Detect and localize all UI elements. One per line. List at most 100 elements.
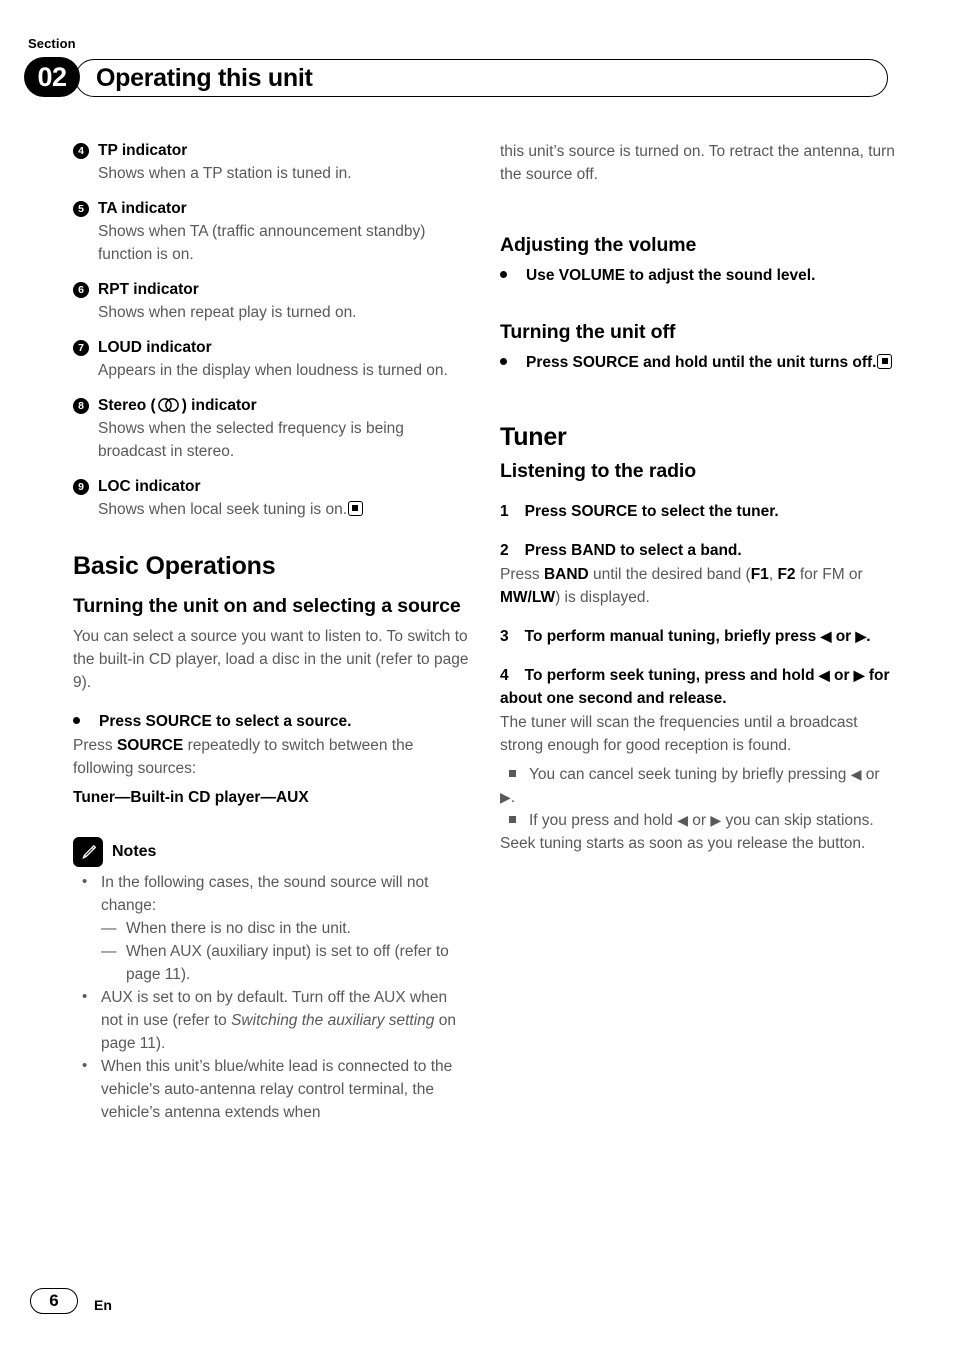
band-f1: F1 [750, 566, 769, 583]
indicator-body: Shows when the selected frequency is bei… [98, 420, 404, 460]
indicator-body: Shows when local seek tuning is on. [98, 498, 471, 521]
number-circle-icon: 4 [73, 143, 89, 159]
volume-bullet-text: Use VOLUME to adjust the sound level. [526, 267, 816, 284]
adjusting-volume-heading: Adjusting the volume [500, 234, 697, 256]
band-mwlw: MW/LW [500, 589, 556, 606]
bullet-dot-icon [500, 358, 507, 365]
pencil-icon [73, 837, 103, 867]
step-body-2: until the desired band ( [588, 566, 751, 583]
press-source-keyword: SOURCE [116, 737, 184, 754]
turn-off-bullet-text: Press SOURCE and hold until the unit tur… [526, 354, 877, 371]
page-title: Operating this unit [96, 64, 313, 92]
step-text-1: To perform manual tuning, briefly press [524, 628, 821, 645]
indicator-title: LOC indicator [98, 478, 201, 495]
note-item: When this unit’s blue/white lead is conn… [73, 1054, 471, 1124]
turning-on-heading: Turning the unit on and selecting a sour… [73, 595, 461, 617]
language-code: En [94, 1297, 112, 1313]
indicator-title-suffix: ) indicator [181, 397, 257, 414]
turn-off-bullet: Press SOURCE and hold until the unit tur… [500, 351, 898, 374]
square-bullet-icon [509, 816, 516, 823]
indicator-body: Shows when a TP station is tuned in. [98, 165, 352, 182]
section-number-badge: 02 [24, 57, 80, 97]
press-source-bullet-text: Press SOURCE to select a source. [99, 713, 352, 730]
indicator-title: TP indicator [98, 142, 188, 159]
indicator-title: Stereo ( ) indicator [98, 395, 257, 416]
step-text-1: To perform seek tuning, press and hold [524, 667, 819, 684]
indicator-item: 4 TP indicator Shows when a TP station i… [73, 140, 471, 185]
arrow-right-icon: ▶ [853, 667, 865, 683]
indicator-title: TA indicator [98, 200, 187, 217]
continued-paragraph: this unit’s source is turned on. To retr… [500, 143, 895, 183]
square-note-or: or [688, 812, 711, 829]
arrow-right-icon: ▶ [710, 812, 722, 828]
turning-off-heading: Turning the unit off [500, 321, 676, 343]
step-body: The tuner will scan the frequencies unti… [500, 714, 858, 754]
indicator-heading: 4 TP indicator [73, 140, 471, 161]
step-text: Press SOURCE to select the tuner. [524, 503, 779, 520]
arrow-left-icon: ◀ [820, 628, 832, 644]
number-circle-icon: 9 [73, 479, 89, 495]
indicator-item: 7 LOUD indicator Appears in the display … [73, 337, 471, 382]
number-circle-icon: 8 [73, 398, 89, 414]
step-text-or: or [829, 667, 854, 684]
step-item: 4 To perform seek tuning, press and hold … [500, 664, 898, 710]
step-number: 4 [500, 667, 509, 684]
arrow-right-icon: ▶ [855, 628, 867, 644]
tuner-heading: Tuner [500, 423, 567, 451]
square-note-text-2: . [510, 789, 516, 806]
note-sub-item: When AUX (auxiliary input) is set to off… [73, 940, 471, 986]
indicator-item: 9 LOC indicator Shows when local seek tu… [73, 476, 471, 521]
arrow-left-icon: ◀ [818, 667, 830, 683]
indicator-title: RPT indicator [98, 281, 199, 298]
band-keyword: BAND [543, 566, 589, 583]
source-chain: Tuner—Built-in CD player—AUX [73, 789, 309, 806]
square-note-item: If you press and hold ◀ or ▶ you can ski… [500, 809, 898, 855]
bullet-dot-icon [73, 717, 80, 724]
section-label: Section [28, 36, 76, 51]
number-circle-icon: 6 [73, 282, 89, 298]
note-item: AUX is set to on by default. Turn off th… [73, 985, 471, 1055]
step-item: 3 To perform manual tuning, briefly press… [500, 625, 898, 648]
notes-list: In the following cases, the sound source… [73, 870, 471, 1124]
indicator-title: LOUD indicator [98, 339, 212, 356]
volume-bullet: Use VOLUME to adjust the sound level. [500, 264, 898, 287]
step-text-2: . [866, 628, 871, 645]
indicator-heading: 5 TA indicator [73, 198, 471, 219]
notes-header: Notes [73, 837, 471, 867]
end-of-section-marker-icon [877, 354, 893, 369]
square-note-text-1: If you press and hold [529, 812, 678, 829]
step-number: 1 [500, 503, 509, 520]
bullet-dot-icon [500, 271, 507, 278]
square-bullet-icon [509, 770, 516, 777]
turning-on-paragraph: You can select a source you want to list… [73, 628, 469, 691]
indicator-body: Appears in the display when loudness is … [98, 362, 448, 379]
note-item: In the following cases, the sound source… [73, 870, 471, 917]
press-source-bullet: Press SOURCE to select a source. [73, 710, 471, 733]
indicator-item: 6 RPT indicator Shows when repeat play i… [73, 279, 471, 324]
notes-label: Notes [112, 843, 157, 860]
step-body-4: for FM or [795, 566, 863, 583]
indicator-body-text: Shows when local seek tuning is on. [98, 501, 348, 518]
left-column: 4 TP indicator Shows when a TP station i… [73, 140, 471, 1124]
step-body: Press BAND until the desired band (F1, F… [500, 563, 898, 609]
band-f2: F2 [777, 566, 796, 583]
number-circle-icon: 5 [73, 201, 89, 217]
indicator-body: Shows when repeat play is turned on. [98, 304, 357, 321]
step-body-1: Press [500, 566, 544, 583]
step-number: 3 [500, 628, 509, 645]
basic-operations-heading: Basic Operations [73, 552, 276, 580]
square-note-or: or [861, 766, 880, 783]
indicator-title-prefix: Stereo ( [98, 397, 156, 414]
step-text: Press BAND to select a band. [524, 542, 742, 559]
end-of-section-marker-icon [348, 501, 364, 516]
arrow-left-icon: ◀ [850, 766, 862, 782]
press-source-text-1: Press [73, 737, 117, 754]
square-note-text-1: You can cancel seek tuning by briefly pr… [529, 766, 851, 783]
arrow-right-icon: ▶ [500, 789, 511, 805]
indicator-item: 8 Stereo ( ) indicator Shows when the sel… [73, 395, 471, 463]
indicator-heading: 6 RPT indicator [73, 279, 471, 300]
stereo-symbol-icon [157, 398, 179, 412]
arrow-left-icon: ◀ [677, 812, 688, 828]
press-source-paragraph: Press SOURCE repeatedly to switch betwee… [73, 734, 471, 780]
indicator-heading: 9 LOC indicator [73, 476, 471, 497]
